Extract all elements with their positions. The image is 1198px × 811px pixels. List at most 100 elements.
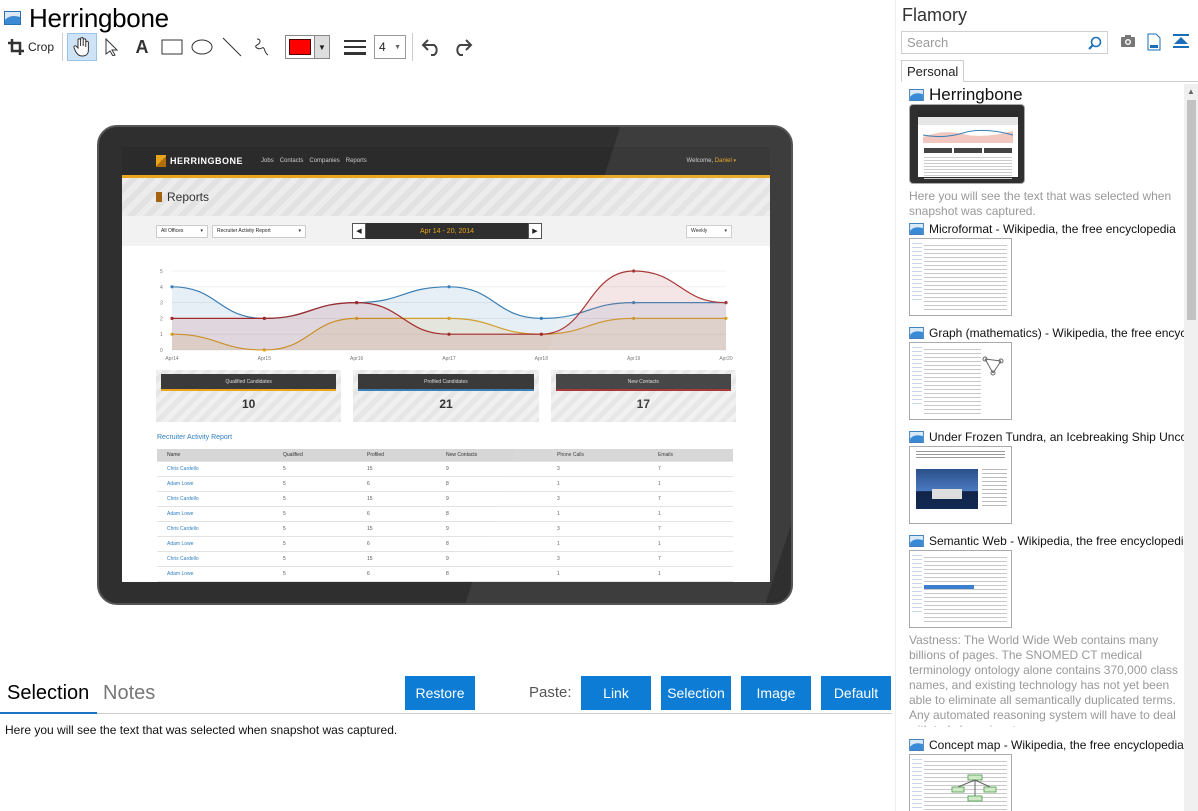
list-item[interactable]: Under Frozen Tundra, an Icebreaking Ship…	[909, 428, 1184, 524]
chevron-left-icon: ◀	[352, 223, 366, 239]
crop-icon	[8, 39, 24, 55]
crop-button[interactable]: Crop	[4, 33, 58, 61]
nav-contacts: Contacts	[279, 158, 304, 164]
color-picker[interactable]: ▼	[285, 35, 331, 59]
nav-reports: Reports	[345, 158, 367, 164]
tab-notes[interactable]: Notes	[103, 682, 155, 705]
line-width-select[interactable]: 4 ▼	[374, 35, 407, 59]
table-cell: 15	[367, 556, 373, 562]
date-range-picker: ◀ Apr 14 - 20, 2014 ▶	[352, 223, 542, 239]
table-cell: 15	[367, 466, 373, 472]
document-icon[interactable]	[1146, 33, 1162, 51]
table-cell: 5	[283, 541, 286, 547]
color-swatch	[289, 39, 312, 55]
chevron-up-icon[interactable]: ▲	[1187, 87, 1195, 96]
chevron-down-icon: ▾	[200, 228, 203, 234]
search-placeholder: Search	[907, 35, 949, 50]
ellipse-tool-button[interactable]	[187, 33, 217, 61]
list-item[interactable]: Concept map - Wikipedia, the free encycl…	[909, 736, 1184, 811]
search-input[interactable]: Search	[901, 31, 1108, 54]
recruiter-name-cell: Adam Lowe	[167, 571, 194, 577]
paste-selection-button[interactable]: Selection	[661, 676, 731, 710]
list-item[interactable]: Microformat - Wikipedia, the free encycl…	[909, 220, 1176, 316]
paste-image-button[interactable]: Image	[741, 676, 811, 710]
selected-text-content: Here you will see the text that was sele…	[5, 723, 398, 737]
brand-logo: HERRINGBONE	[156, 155, 243, 167]
list-item-title: Graph (mathematics) - Wikipedia, the fre…	[929, 326, 1184, 340]
rectangle-tool-button[interactable]	[157, 33, 187, 61]
date-range: Apr 14 - 20, 2014	[366, 223, 528, 239]
card-header: Qualified Candidates	[161, 374, 337, 391]
data-point	[447, 285, 451, 289]
recruiter-name-cell: Chris Cardello	[167, 496, 199, 502]
app-title: Flamory	[902, 5, 968, 25]
editor-pane: Herringbone Crop A ▼ 4 ▼ HERRINGBONE Job…	[0, 0, 895, 811]
report-filter: Recruiter Activity Report ▾	[212, 224, 306, 238]
freehand-tool-button[interactable]	[247, 33, 277, 61]
camera-icon[interactable]	[1120, 33, 1136, 49]
text-tool-button[interactable]: A	[127, 33, 157, 61]
list-item-header: Herringbone	[909, 85, 1179, 104]
list-item-header: Semantic Web - Wikipedia, the free encyc…	[909, 532, 1184, 550]
list-item[interactable]: Graph (mathematics) - Wikipedia, the fre…	[909, 324, 1184, 420]
card-value: 21	[439, 397, 453, 411]
tab-personal[interactable]: Personal	[901, 60, 965, 82]
collapse-icon[interactable]	[1172, 33, 1190, 49]
table-cell: 15	[367, 526, 373, 532]
table-cell: 6	[367, 481, 370, 487]
snapshot-thumbnail	[909, 550, 1012, 628]
snapshot-canvas[interactable]: HERRINGBONE Jobs Contacts Companies Repo…	[0, 64, 895, 674]
summary-card: Profiled Candidates 21	[353, 370, 539, 422]
chevron-down-icon: ▼	[394, 43, 402, 51]
list-item[interactable]: Herringbone Here you will see the text t…	[909, 85, 1179, 219]
y-tick-label: 5	[160, 269, 163, 275]
list-item-title: Microformat - Wikipedia, the free encycl…	[929, 222, 1176, 236]
crop-label: Crop	[28, 40, 55, 54]
sidebar-tabs: Personal	[901, 60, 1198, 82]
list-item-header: Concept map - Wikipedia, the free encycl…	[909, 736, 1184, 754]
list-item-header: Microformat - Wikipedia, the free encycl…	[909, 220, 1176, 238]
table-cell: 6	[367, 511, 370, 517]
flamory-sidebar: Flamory Search Personal Herringbone Here…	[895, 0, 1198, 811]
table-cell: 5	[283, 496, 286, 502]
active-tab-indicator	[0, 712, 97, 714]
data-point	[539, 332, 543, 336]
table-cell: 5	[283, 466, 286, 472]
recruiter-name-cell: Chris Cardello	[167, 466, 199, 472]
toolbar-separator	[62, 33, 64, 61]
list-item-title: Under Frozen Tundra, an Icebreaking Ship…	[929, 430, 1184, 444]
redo-button[interactable]	[447, 33, 477, 61]
hand-tool-button[interactable]	[67, 33, 98, 61]
paste-default-button[interactable]: Default	[821, 676, 891, 710]
rectangle-icon	[161, 39, 183, 55]
tab-divider	[97, 713, 892, 714]
select-tool-button[interactable]	[97, 33, 127, 61]
list-item[interactable]: Semantic Web - Wikipedia, the free encyc…	[909, 532, 1184, 727]
line-tool-button[interactable]	[217, 33, 247, 61]
data-point	[170, 285, 174, 289]
tab-selection[interactable]: Selection	[7, 682, 89, 705]
paste-link-button[interactable]: Link	[581, 676, 651, 710]
x-tick-label: Apr17	[442, 356, 456, 362]
table-cell: 5	[283, 481, 286, 487]
list-item-title: Concept map - Wikipedia, the free encycl…	[929, 738, 1184, 752]
line-width-icon	[344, 40, 367, 55]
redo-icon	[456, 39, 473, 56]
restore-button[interactable]: Restore	[405, 676, 475, 710]
data-point	[262, 316, 266, 320]
graph-diagram-icon	[982, 356, 1004, 376]
search-icon[interactable]	[1088, 36, 1102, 50]
scrollbar-thumb[interactable]	[1187, 100, 1196, 320]
data-point	[447, 332, 451, 336]
line-style-button[interactable]	[340, 33, 370, 61]
line-icon	[222, 37, 242, 57]
thumbnail-chart	[922, 129, 1014, 143]
snapshot-thumbnail	[909, 238, 1012, 316]
sidebar-scrollbar[interactable]: ▲	[1184, 84, 1198, 811]
undo-button[interactable]	[417, 33, 447, 61]
undo-icon	[421, 39, 438, 56]
ellipse-icon	[191, 39, 213, 55]
paste-label: Paste:	[529, 684, 572, 701]
snapshot-image: HERRINGBONE Jobs Contacts Companies Repo…	[97, 125, 793, 605]
snapshot-list: Herringbone Here you will see the text t…	[896, 84, 1184, 811]
